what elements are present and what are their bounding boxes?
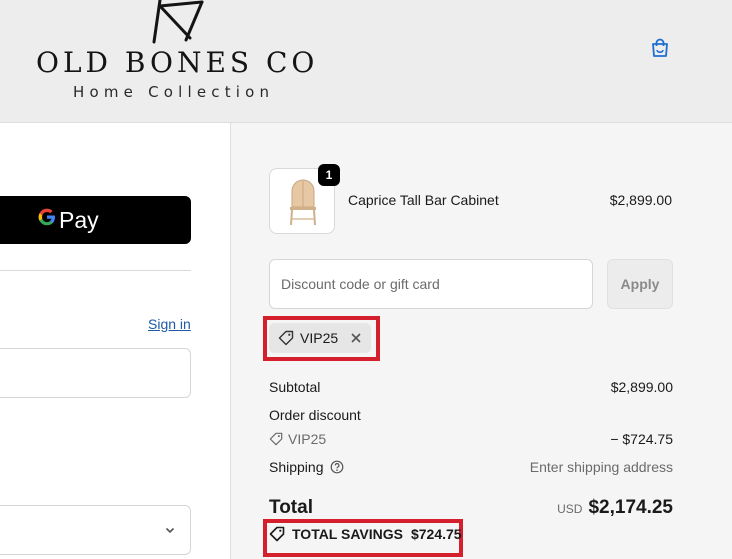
product-price: $2,899.00: [609, 192, 672, 208]
savings-amount: $724.75: [410, 526, 462, 542]
quantity-badge: 1: [318, 164, 340, 186]
total-amount: $2,174.25: [588, 497, 673, 518]
savings-label: TOTAL SAVINGS: [292, 526, 403, 542]
google-pay-button[interactable]: Pay: [0, 196, 191, 244]
checkout-form: Pay Sign in: [0, 124, 230, 559]
google-pay-label: Pay: [59, 206, 99, 233]
tag-icon: [269, 526, 285, 542]
total-label: Total: [269, 497, 313, 518]
subtotal-value: $2,899.00: [610, 379, 673, 395]
discount-code-label: VIP25: [288, 431, 327, 447]
apply-discount-button[interactable]: Apply: [607, 259, 673, 309]
discount-code-input[interactable]: [269, 259, 593, 309]
brand-name: OLD BONES CO: [36, 46, 319, 79]
header: OLD BONES CO Home Collection: [0, 0, 732, 123]
google-g-icon: [37, 207, 57, 233]
shopping-bag-icon[interactable]: [649, 37, 671, 59]
close-icon[interactable]: [350, 332, 362, 344]
currency-code: USD: [557, 502, 583, 516]
tag-icon: [278, 330, 294, 346]
order-discount-label: Order discount: [269, 407, 361, 423]
divider: [0, 270, 191, 271]
subtotal-row: Subtotal $2,899.00: [269, 379, 673, 395]
email-field[interactable]: [0, 348, 191, 398]
brand-subtitle: Home Collection: [73, 83, 275, 101]
help-icon[interactable]: [330, 460, 344, 474]
shipping-label: Shipping: [269, 459, 324, 475]
product-name: Caprice Tall Bar Cabinet: [348, 192, 499, 208]
chair-logo-icon: [152, 0, 204, 44]
chevron-down-icon: [165, 527, 175, 534]
subtotal-label: Subtotal: [269, 379, 321, 395]
shipping-value: Enter shipping address: [529, 459, 673, 475]
order-summary: 1 Caprice Tall Bar Cabinet $2,899.00 App…: [230, 123, 732, 559]
discount-code-row: VIP25 − $724.75: [269, 431, 673, 449]
shipping-row: Shipping Enter shipping address: [269, 459, 673, 475]
sign-in-link[interactable]: Sign in: [148, 316, 191, 332]
total-savings: TOTAL SAVINGS $724.75: [269, 526, 462, 542]
discount-amount: − $724.75: [610, 431, 673, 447]
applied-code: VIP25: [300, 330, 339, 346]
tag-icon: [269, 432, 283, 446]
order-discount-row: Order discount: [269, 407, 673, 423]
brand-logo[interactable]: OLD BONES CO Home Collection: [30, 0, 330, 110]
applied-discount-chip: VIP25: [269, 323, 371, 353]
country-select[interactable]: [0, 505, 191, 555]
